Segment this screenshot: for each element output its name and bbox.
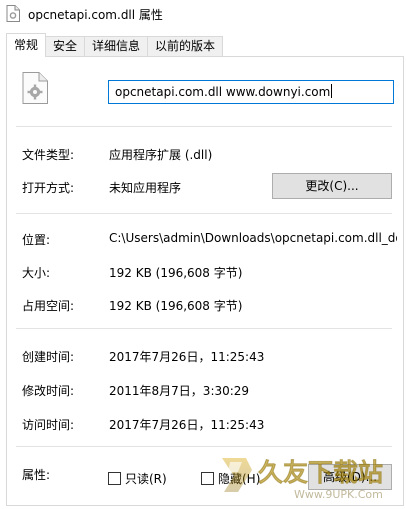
tab-details[interactable]: 详细信息 — [84, 36, 149, 57]
general-tab-panel — [6, 56, 404, 506]
change-button[interactable]: 更改(C)... — [272, 173, 392, 199]
hidden-checkbox-box[interactable] — [201, 472, 214, 485]
opens-with-value: 未知应用程序 — [109, 181, 182, 195]
readonly-checkbox[interactable]: 只读(R) — [108, 470, 167, 487]
opens-with-label: 打开方式: — [22, 181, 75, 195]
attributes-label: 属性: — [22, 468, 51, 482]
divider — [16, 126, 392, 127]
tab-general[interactable]: 常规 — [6, 33, 47, 57]
location-label: 位置: — [22, 233, 51, 247]
location-value: C:\Users\admin\Downloads\opcnetapi.com.d… — [109, 231, 397, 245]
title-bar: opcnetapi.com.dll 属性 — [0, 0, 406, 28]
accessed-label: 访问时间: — [22, 418, 75, 432]
window-title: opcnetapi.com.dll 属性 — [28, 8, 163, 22]
file-type-label: 文件类型: — [22, 148, 75, 162]
created-label: 创建时间: — [22, 350, 75, 364]
tab-security[interactable]: 安全 — [45, 36, 86, 57]
created-value: 2017年7月26日，11:25:43 — [109, 350, 265, 364]
size-label: 大小: — [22, 266, 51, 280]
size-on-disk-value: 192 KB (196,608 字节) — [109, 299, 243, 313]
divider — [16, 446, 392, 447]
hidden-checkbox[interactable]: 隐藏(H) — [201, 470, 260, 487]
accessed-value: 2017年7月26日，11:25:43 — [109, 418, 265, 432]
file-type-value: 应用程序扩展 (.dll) — [109, 148, 213, 162]
readonly-checkbox-box[interactable] — [108, 472, 121, 485]
divider — [16, 328, 392, 329]
modified-value: 2011年8月7日，3:30:29 — [109, 384, 250, 398]
tab-strip: 常规 安全 详细信息 以前的版本 — [6, 33, 224, 57]
dll-gear-file-icon — [22, 72, 48, 104]
modified-label: 修改时间: — [22, 384, 75, 398]
hidden-label: 隐藏(H) — [218, 472, 261, 486]
advanced-button[interactable]: 高级(D)... — [308, 464, 392, 490]
divider — [16, 213, 392, 214]
dll-file-icon — [6, 5, 20, 22]
readonly-label: 只读(R) — [125, 472, 167, 486]
text-caret — [331, 84, 333, 98]
size-value: 192 KB (196,608 字节) — [109, 266, 243, 280]
file-name-value: opcnetapi.com.dll www.downyi.com — [115, 85, 331, 99]
tab-previous-versions[interactable]: 以前的版本 — [147, 36, 224, 57]
file-name-input[interactable]: opcnetapi.com.dll www.downyi.com — [108, 80, 394, 104]
size-on-disk-label: 占用空间: — [22, 299, 75, 313]
